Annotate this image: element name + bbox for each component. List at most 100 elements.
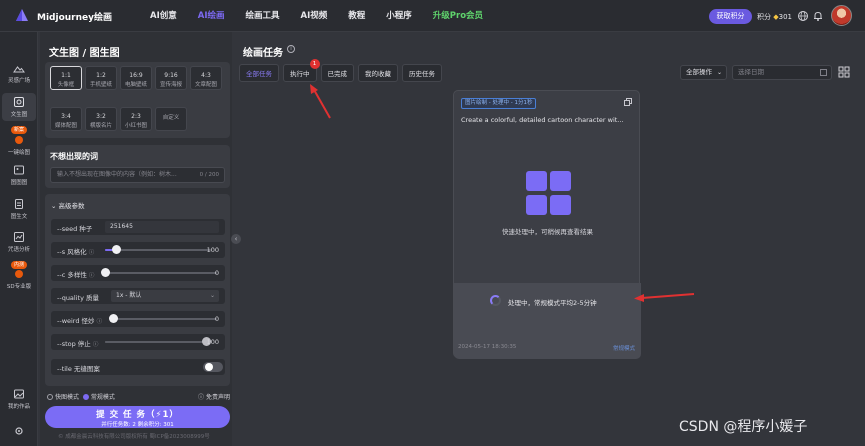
fast-mode-radio[interactable]: 快图模式 bbox=[47, 394, 79, 401]
ratio-option-3-4[interactable]: 3:4 媒体配图 bbox=[50, 107, 82, 131]
nav-tutorial[interactable]: 教程 bbox=[348, 0, 365, 32]
stylize-slider[interactable] bbox=[105, 249, 211, 251]
rail-item-text-to-image[interactable]: 文生图 bbox=[2, 93, 36, 121]
ratio-option-4-3[interactable]: 4:3 文章配图 bbox=[190, 66, 222, 90]
weird-slider[interactable] bbox=[113, 318, 217, 320]
nav-upgrade-pro[interactable]: 升级Pro会员 bbox=[433, 0, 483, 32]
stop-value: 100 bbox=[206, 338, 219, 346]
chaos-value: 0 bbox=[214, 269, 219, 277]
tab-favorites[interactable]: 我的收藏 bbox=[358, 64, 398, 82]
bell-icon[interactable] bbox=[812, 10, 824, 22]
stop-label: --stop 停止 bbox=[57, 340, 91, 348]
rail-item-image-to-text[interactable]: 图生文 bbox=[2, 198, 36, 220]
tab-all-tasks[interactable]: 全部任务 bbox=[239, 64, 279, 82]
midjourney-logo-icon[interactable] bbox=[14, 8, 30, 24]
weird-row: --weird 怪妙 ⓘ 0 bbox=[51, 311, 225, 327]
nav-ai-video[interactable]: AI视频 bbox=[301, 0, 328, 32]
task-card[interactable]: 图片绘制 - 处理中 - 1分1秒 Create a colorful, det… bbox=[453, 90, 641, 359]
stylize-slider-knob[interactable] bbox=[111, 245, 121, 254]
tab-history[interactable]: 历史任务 bbox=[402, 64, 442, 82]
nav-ai-painting[interactable]: AI绘画 bbox=[198, 0, 225, 32]
image-edit-icon bbox=[14, 97, 24, 107]
stylize-value: 100 bbox=[206, 246, 219, 254]
chaos-slider[interactable] bbox=[105, 272, 217, 274]
get-credits-button[interactable]: 获取积分 bbox=[709, 9, 752, 24]
nav-painting-tools[interactable]: 绘画工具 bbox=[246, 0, 280, 32]
ratio-option-3-2[interactable]: 3:2 横版名片 bbox=[85, 107, 117, 131]
date-picker-input[interactable]: 选择日期 bbox=[732, 65, 832, 80]
aspect-ratio-card: 1:1 头像框 1:2 手机壁纸 16:9 电脑壁纸 9:16 宣传海报 4:3 文章配图… bbox=[45, 62, 230, 138]
globe-icon[interactable] bbox=[797, 10, 809, 22]
rail-item-inspiration[interactable]: 灵感广场 bbox=[2, 62, 36, 84]
all-operations-dropdown[interactable]: 全部操作 ⌄ bbox=[680, 65, 727, 80]
seed-input[interactable]: 251645 bbox=[105, 221, 219, 233]
info-icon: ⓘ bbox=[92, 342, 99, 348]
rail-item-sd-pro[interactable]: SD专业版 bbox=[2, 268, 36, 290]
tab-in-progress[interactable]: 执行中 1 bbox=[283, 59, 320, 82]
rail-item-my-works[interactable]: 我的作品 bbox=[2, 388, 36, 410]
collapse-panel-button[interactable]: ‹ bbox=[231, 234, 241, 244]
chaos-label: --c 多样性 bbox=[57, 271, 87, 279]
landscape-icon bbox=[13, 66, 25, 73]
ratio-option-1-2[interactable]: 1:2 手机壁纸 bbox=[85, 66, 117, 90]
tab-completed[interactable]: 已完成 bbox=[320, 64, 354, 82]
weird-slider-knob[interactable] bbox=[109, 314, 118, 323]
gallery-icon bbox=[14, 389, 24, 399]
rail-item-image-to-image[interactable]: 图图图 bbox=[2, 164, 36, 186]
submit-task-button[interactable]: 提 交 任 务（⚡1） 并行任务数: 2 剩余积分: 301 bbox=[45, 406, 230, 428]
chevron-down-icon: ⌄ bbox=[51, 202, 57, 210]
main-nav: AI创意 AI绘画 绘画工具 AI视频 教程 小程序 升级Pro会员 bbox=[150, 0, 504, 32]
task-timestamp: 2024-05-17 18:30:35 bbox=[458, 344, 517, 350]
chaos-slider-knob[interactable] bbox=[101, 268, 110, 277]
task-mode-link[interactable]: 常规模式 bbox=[613, 344, 635, 352]
nav-ai-creative[interactable]: AI创意 bbox=[150, 0, 177, 32]
rail-item-one-click[interactable]: 一键绘图 bbox=[2, 134, 36, 156]
grid-view-icon[interactable] bbox=[838, 66, 850, 78]
nav-mini-program[interactable]: 小程序 bbox=[386, 0, 412, 32]
negative-prompt-count: 0 / 200 bbox=[199, 172, 219, 178]
copy-icon[interactable] bbox=[624, 98, 632, 106]
ratio-option-custom[interactable]: 自定义 bbox=[155, 107, 187, 131]
weird-value: 0 bbox=[214, 315, 219, 323]
negative-prompt-title: 不想出现的词 bbox=[50, 152, 98, 161]
submit-sub-label: 并行任务数: 2 剩余积分: 301 bbox=[101, 422, 174, 428]
top-bar: Midjourney绘画 AI创意 AI绘画 绘画工具 AI视频 教程 小程序 … bbox=[0, 0, 865, 32]
mode-selector: 快图模式 常规模式 ⓘ 免责声明 bbox=[47, 392, 230, 402]
quick-processing-note: 快速处理中，可稍候再查看结果 bbox=[502, 228, 593, 236]
stop-row: --stop 停止 ⓘ 100 bbox=[51, 334, 225, 350]
footer-copyright[interactable]: © 成都金晨云科技有限公司版权所有 蜀ICP备2023008999号 bbox=[58, 432, 210, 440]
ratio-option-9-16[interactable]: 9:16 宣传海报 bbox=[155, 66, 187, 90]
advanced-params-header[interactable]: ⌄ 高级参数 bbox=[51, 200, 85, 210]
rail-item-prompt-analysis[interactable]: 咒语分析 bbox=[2, 231, 36, 253]
info-icon[interactable]: i bbox=[287, 45, 295, 53]
quality-row: --quality 质量 1x - 默认 ⌄ bbox=[51, 288, 225, 304]
credits-display: 积分 ◆301 bbox=[757, 12, 792, 22]
fast-mode-label: 快图模式 bbox=[55, 394, 80, 401]
info-icon: ⓘ bbox=[198, 394, 205, 401]
ratio-option-2-3[interactable]: 2:3 小红书图 bbox=[120, 107, 152, 131]
rail-label: 灵感广场 bbox=[7, 78, 30, 84]
chevron-down-icon: ⌄ bbox=[716, 69, 722, 76]
tile-toggle[interactable] bbox=[203, 362, 223, 372]
disclaimer-link[interactable]: ⓘ 免责声明 bbox=[198, 392, 230, 401]
advanced-params-card: ⌄ 高级参数 --seed 种子 251645 --s 风格化 ⓘ 100 --… bbox=[45, 194, 230, 386]
rail-label: 图生文 bbox=[10, 214, 28, 220]
rail-item-settings[interactable] bbox=[2, 425, 36, 439]
ratio-option-16-9[interactable]: 16:9 电脑壁纸 bbox=[120, 66, 152, 90]
rail-label: 我的作品 bbox=[7, 404, 30, 410]
stop-slider[interactable] bbox=[105, 341, 206, 343]
quality-label: --quality 质量 bbox=[57, 294, 99, 302]
quality-select[interactable]: 1x - 默认 ⌄ bbox=[111, 290, 219, 302]
ratio-option-1-1[interactable]: 1:1 头像框 bbox=[50, 66, 82, 90]
brand-title[interactable]: Midjourney绘画 bbox=[37, 10, 112, 23]
date-placeholder: 选择日期 bbox=[738, 68, 764, 76]
task-status-badge: 图片绘制 - 处理中 - 1分1秒 bbox=[461, 98, 537, 109]
tile-label: --tile 无缝图案 bbox=[57, 365, 100, 373]
normal-mode-label: 常规模式 bbox=[90, 394, 115, 401]
rail-label: 图图图 bbox=[10, 180, 28, 186]
rail-label: 咒语分析 bbox=[7, 247, 30, 253]
user-avatar[interactable] bbox=[831, 5, 852, 26]
normal-mode-radio[interactable]: 常规模式 bbox=[82, 394, 115, 401]
quality-value: 1x - 默认 bbox=[116, 292, 142, 299]
negative-prompt-input[interactable]: 输入不想出现在图像中的内容（例如：树木... 0 / 200 bbox=[50, 167, 225, 183]
